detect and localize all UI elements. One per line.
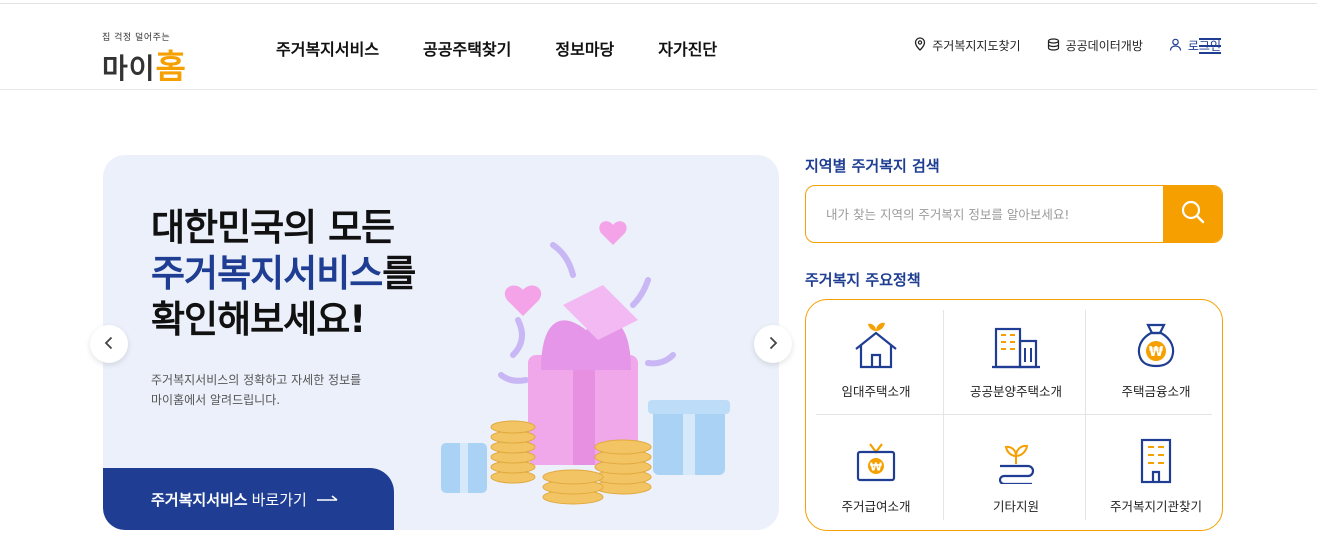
hero-cta-button[interactable]: 주거복지서비스 바로가기	[103, 468, 394, 530]
chevron-right-icon	[768, 335, 778, 354]
policy-label: 기타지원	[992, 499, 1039, 514]
map-pin-icon	[914, 37, 926, 54]
office-building-icon	[1129, 430, 1183, 484]
arrow-right-icon	[316, 490, 339, 508]
gift-won-icon: ₩	[849, 430, 903, 484]
welfare-map-link[interactable]: 주거복지지도찾기	[914, 37, 1021, 54]
hero-title-line2-rest: 를	[382, 252, 416, 295]
database-icon	[1047, 37, 1060, 54]
logo[interactable]: 집 걱정 덜어주는 마이홈	[102, 26, 212, 86]
hero-banner: 대한민국의 모든 주거복지서비스를 확인해보세요! 주거복지서비스의 정확하고 …	[103, 155, 779, 530]
logo-name-part1: 마이	[102, 52, 156, 85]
policy-housing-benefit[interactable]: ₩ 주거급여소개	[811, 430, 941, 530]
logo-name-part2: 홈	[155, 47, 187, 86]
nav-housing-welfare-service[interactable]: 주거복지서비스	[276, 36, 379, 60]
site-header: 집 걱정 덜어주는 마이홈 주거복지서비스 공공주택찾기 정보마당 자가진단 주…	[0, 4, 1317, 90]
svg-text:₩: ₩	[870, 461, 882, 474]
sprout-hand-icon	[989, 430, 1043, 484]
search-icon	[1180, 199, 1206, 229]
hero-cta-bold: 주거복지서비스	[151, 490, 248, 509]
region-search-input[interactable]	[806, 186, 1163, 242]
policy-public-sale-housing[interactable]: 공공분양주택소개	[951, 315, 1081, 415]
hamburger-menu-icon[interactable]	[1199, 38, 1221, 54]
main-policy-title: 주거복지 주요정책	[805, 271, 921, 289]
policy-label: 주거급여소개	[841, 499, 911, 514]
buildings-icon	[989, 315, 1043, 369]
search-button[interactable]	[1163, 186, 1222, 242]
nav-public-housing-search[interactable]: 공공주택찾기	[423, 36, 511, 60]
open-data-label: 공공데이터개방	[1065, 39, 1143, 53]
nav-info-board[interactable]: 정보마당	[555, 36, 614, 60]
policy-housing-finance[interactable]: ₩ 주택금융소개	[1091, 315, 1221, 415]
hero-description-line1: 주거복지서비스의 정확하고 자세한 정보를	[151, 373, 362, 387]
nav-self-diagnosis[interactable]: 자가진단	[658, 36, 717, 60]
utility-links: 주거복지지도찾기 공공데이터개방 로그인	[914, 37, 1221, 54]
hero-description-line2: 마이홈에서 알려드립니다.	[151, 393, 281, 407]
hero-title-line3: 확인해보세요!	[151, 298, 366, 341]
policy-rental-housing[interactable]: 임대주택소개	[811, 315, 941, 415]
hero-title: 대한민국의 모든 주거복지서비스를 확인해보세요!	[151, 205, 416, 343]
house-sprout-icon	[849, 315, 903, 369]
policy-label: 임대주택소개	[841, 384, 911, 399]
user-icon	[1169, 38, 1182, 54]
gift-box-coins-illustration	[423, 205, 753, 525]
hero-description: 주거복지서비스의 정확하고 자세한 정보를 마이홈에서 알려드립니다.	[151, 370, 411, 410]
hero-cta-label: 바로가기	[251, 490, 307, 509]
hero-title-highlight: 주거복지서비스	[151, 252, 383, 295]
hero-title-line1: 대한민국의 모든	[151, 206, 395, 249]
policy-label: 주택금융소개	[1121, 384, 1191, 399]
region-search-box	[805, 185, 1223, 243]
region-search-title: 지역별 주거복지 검색	[805, 157, 940, 175]
carousel-next-button[interactable]	[754, 325, 792, 363]
welfare-map-label: 주거복지지도찾기	[932, 39, 1021, 53]
main-navigation: 주거복지서비스 공공주택찾기 정보마당 자가진단	[276, 36, 717, 60]
chevron-left-icon	[104, 335, 114, 354]
main-policy-panel: 임대주택소개 공공분양주택소개 ₩ 주택금융소개 ₩ 주거급여소개 기타지원 주…	[805, 299, 1223, 531]
money-bag-won-icon: ₩	[1129, 315, 1183, 369]
logo-wordmark: 마이홈	[102, 40, 187, 88]
svg-text:₩: ₩	[1149, 345, 1164, 360]
policy-label: 공공분양주택소개	[969, 384, 1062, 399]
carousel-prev-button[interactable]	[90, 325, 128, 363]
policy-other-support[interactable]: 기타지원	[951, 430, 1081, 530]
policy-label: 주거복지기관찾기	[1109, 499, 1202, 514]
policy-welfare-agency-search[interactable]: 주거복지기관찾기	[1091, 430, 1221, 530]
open-data-link[interactable]: 공공데이터개방	[1047, 37, 1143, 54]
